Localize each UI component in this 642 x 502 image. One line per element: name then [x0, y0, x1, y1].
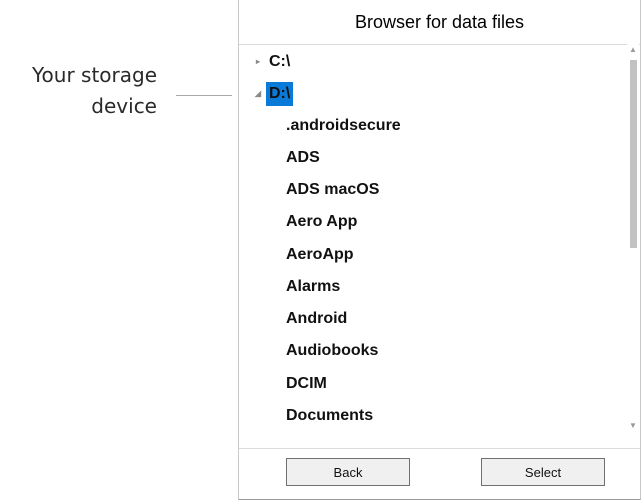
folder-label: DCIM	[286, 375, 327, 392]
folder-label: Audiobooks	[286, 342, 379, 359]
storage-device-annotation: Your storage device	[0, 52, 232, 132]
expand-arrow-icon[interactable]: ▸	[253, 48, 263, 76]
back-button[interactable]: Back	[286, 458, 410, 486]
tree-item-drive-c[interactable]: ▸ C:\	[239, 48, 626, 76]
tree-item-folder[interactable]: Audiobooks	[239, 337, 626, 365]
folder-label: Documents	[286, 407, 374, 424]
tree-item-folder[interactable]: AeroApp	[239, 241, 626, 269]
vertical-scrollbar[interactable]: ▲ ▼	[627, 44, 639, 432]
tree-item-folder[interactable]: ADS macOS	[239, 176, 626, 204]
tree-item-label: D:\	[266, 82, 294, 106]
tree-item-folder[interactable]: Alarms	[239, 273, 626, 301]
file-browser-dialog: Browser for data files ▸ C:\ ◢ D:\ .andr…	[238, 0, 641, 500]
folder-label: ADS macOS	[286, 181, 380, 198]
tree-item-folder[interactable]: Android	[239, 305, 626, 333]
tree-item-folder[interactable]: Documents	[239, 402, 626, 430]
scrollbar-thumb[interactable]	[630, 60, 637, 248]
folder-tree: ▸ C:\ ◢ D:\ .androidsecure ADS ADS macOS…	[239, 44, 626, 440]
select-button[interactable]: Select	[481, 458, 605, 486]
folder-label: Android	[286, 310, 348, 327]
scroll-up-icon[interactable]: ▲	[627, 44, 639, 56]
dialog-button-bar: Back Select	[239, 448, 640, 499]
folder-label: ADS	[286, 149, 320, 166]
tree-item-folder[interactable]: Aero App	[239, 208, 626, 236]
folder-label: Alarms	[286, 278, 341, 295]
tree-item-folder[interactable]: .androidsecure	[239, 112, 626, 140]
folder-label: Aero App	[286, 213, 358, 230]
scroll-down-icon[interactable]: ▼	[627, 420, 639, 432]
annotation-pointer-line	[176, 95, 232, 96]
annotation-label: Your storage device	[31, 63, 157, 118]
tree-item-label: C:\	[269, 53, 291, 70]
collapse-arrow-icon[interactable]: ◢	[253, 80, 263, 108]
dialog-title: Browser for data files	[239, 0, 640, 45]
tree-item-folder[interactable]: ADS	[239, 144, 626, 172]
folder-label: AeroApp	[286, 246, 354, 263]
tree-item-drive-d[interactable]: ◢ D:\	[239, 80, 626, 108]
folder-label: .androidsecure	[286, 117, 401, 134]
tree-item-folder[interactable]: DCIM	[239, 370, 626, 398]
